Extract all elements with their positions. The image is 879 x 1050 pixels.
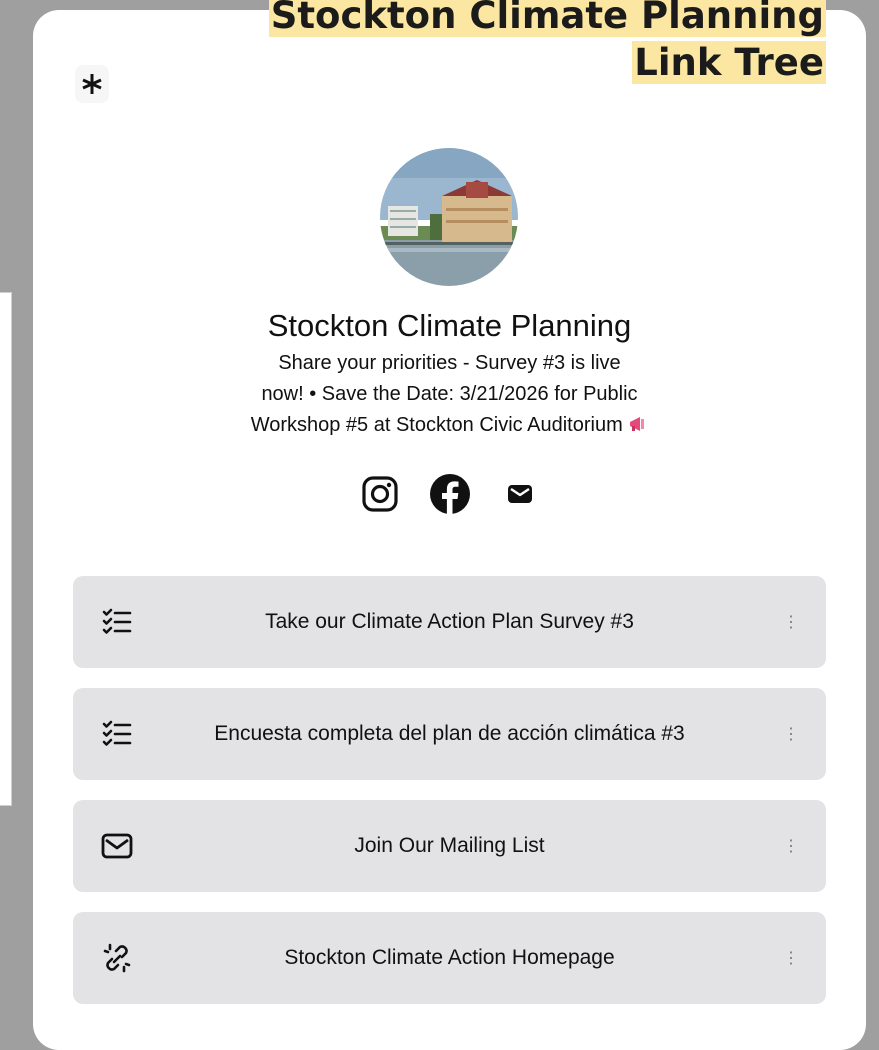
checklist-icon (97, 602, 137, 642)
bio-line-1: Share your priorities - Survey #3 is liv… (278, 352, 621, 374)
profile-name: Stockton Climate Planning (267, 308, 632, 343)
megaphone-icon (630, 417, 645, 431)
link-survey-spanish[interactable]: Encuesta completa del plan de acción cli… (73, 688, 826, 780)
link-label: Stockton Climate Action Homepage (284, 946, 615, 969)
instagram-link[interactable] (358, 472, 402, 516)
link-homepage[interactable]: Stockton Climate Action Homepage ⋮ (73, 912, 826, 1004)
more-options-icon[interactable]: ⋮ (783, 612, 799, 632)
more-options-icon[interactable]: ⋮ (783, 724, 799, 744)
checklist-icon (97, 714, 137, 754)
link-label: Encuesta completa del plan de acción cli… (214, 722, 685, 745)
instagram-icon (361, 476, 398, 512)
link-label: Take our Climate Action Plan Survey #3 (265, 610, 634, 633)
page-heading: Stockton Climate Planning Link Tree (268, 0, 826, 86)
email-icon (507, 485, 532, 503)
heading-line-2: Link Tree (632, 41, 826, 84)
background-frame (0, 292, 12, 806)
bio-line-3: Workshop #5 at Stockton Civic Auditorium (250, 414, 623, 436)
email-link[interactable] (498, 472, 542, 516)
envelope-icon (97, 826, 137, 866)
profile-avatar (380, 148, 518, 286)
more-options-icon[interactable]: ⋮ (783, 836, 799, 856)
social-icons (33, 472, 866, 516)
link-label: Join Our Mailing List (354, 834, 545, 857)
link-mailing-list[interactable]: Join Our Mailing List ⋮ (73, 800, 826, 892)
profile-bio: Share your priorities - Survey #3 is liv… (183, 348, 716, 441)
broken-link-icon (97, 938, 137, 978)
heading-line-1: Stockton Climate Planning (268, 0, 826, 37)
linktree-logo-button[interactable] (75, 65, 109, 103)
facebook-link[interactable] (428, 472, 472, 516)
asterisk-icon (82, 74, 102, 94)
facebook-icon (429, 474, 470, 515)
link-survey-english[interactable]: Take our Climate Action Plan Survey #3 ⋮ (73, 576, 826, 668)
bio-line-2: now! • Save the Date: 3/21/2026 for Publ… (261, 383, 638, 405)
linktree-card: Stockton Climate Planning Share your pri… (33, 0, 866, 1050)
more-options-icon[interactable]: ⋮ (783, 948, 799, 968)
